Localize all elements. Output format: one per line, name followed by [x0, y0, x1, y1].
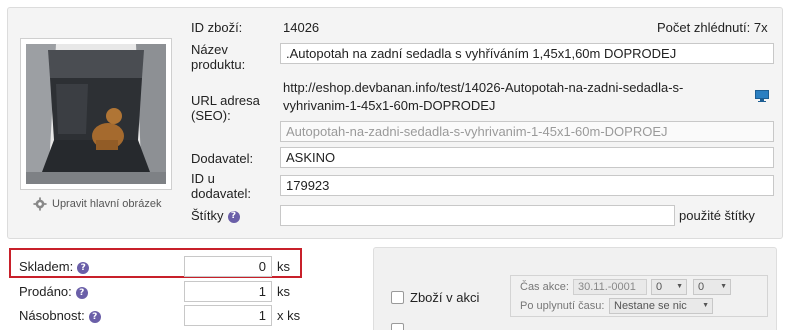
sale-hour-select[interactable]: 0	[651, 279, 687, 295]
car-seat-photo	[26, 44, 166, 184]
help-icon[interactable]: ?	[77, 261, 90, 274]
stock-input[interactable]: 0	[184, 256, 272, 277]
multiple-label-wrap: Násobnost:?	[19, 308, 101, 323]
seo-url-input[interactable]: Autopotah-na-zadni-sedadla-s-vyhrivanim-…	[280, 121, 774, 142]
supplier-input[interactable]: ASKINO	[280, 147, 774, 168]
edit-image-label: Upravit hlavní obrázek	[52, 198, 162, 210]
supplier-label: Dodavatel:	[191, 151, 254, 166]
url-label-line1: URL adresa	[191, 93, 260, 108]
sale-checkbox-label: Zboží v akci	[410, 290, 480, 305]
gear-icon	[33, 197, 47, 211]
sale-time-label: Čas akce:	[520, 281, 569, 293]
help-icon[interactable]: ?	[75, 286, 88, 299]
product-name-input[interactable]: .Autopotah na zadní sedadla s vyhříváním…	[280, 43, 774, 64]
tags-input[interactable]	[280, 205, 675, 226]
stock-label: Skladem:	[19, 259, 74, 274]
product-name-label-line1: Název	[191, 42, 228, 57]
view-count: Počet zhlédnutí: 7x	[657, 20, 768, 35]
supplier-id-input[interactable]: 179923	[280, 175, 774, 196]
product-name-label-line2: produktu:	[191, 57, 246, 72]
monitor-icon[interactable]	[755, 90, 769, 102]
stock-label-wrap: Skladem:?	[19, 259, 90, 274]
url-line-2: vyhrivanim-1-45x1-60m-DOPRODEJ	[283, 98, 496, 113]
after-time-label: Po uplynutí času:	[520, 300, 605, 312]
product-image[interactable]	[20, 38, 172, 190]
url-line-1: http://eshop.devbanan.info/test/14026-Au…	[283, 80, 684, 95]
sold-label: Prodáno:	[19, 284, 72, 299]
product-id-value: 14026	[283, 20, 320, 35]
edit-main-image-link[interactable]: Upravit hlavní obrázek	[33, 197, 161, 211]
sale-date-field[interactable]: 30.11.-0001	[573, 279, 647, 295]
stock-unit: ks	[277, 259, 290, 274]
help-icon[interactable]: ?	[227, 210, 240, 223]
supplier-id-label-line1: ID u	[191, 171, 215, 186]
multiple-input[interactable]: 1	[184, 305, 272, 326]
supplier-id-label-line2: dodavatel:	[191, 186, 251, 201]
used-tags-link[interactable]: použité štítky	[679, 208, 755, 223]
sold-label-wrap: Prodáno:?	[19, 284, 88, 299]
url-label-line2: (SEO):	[191, 108, 231, 123]
sold-unit: ks	[277, 284, 290, 299]
tags-label-wrap: Štítky?	[191, 208, 240, 223]
sold-input[interactable]: 1	[184, 281, 272, 302]
sale-checkbox[interactable]	[391, 291, 404, 304]
multiple-unit: x ks	[277, 308, 301, 323]
after-time-select[interactable]: Nestane se nic	[609, 298, 713, 314]
help-icon[interactable]: ?	[88, 310, 101, 323]
tags-label: Štítky	[191, 208, 224, 223]
sale-minute-select[interactable]: 0	[693, 279, 731, 295]
multiple-label: Násobnost:	[19, 308, 85, 323]
product-id-label: ID zboží:	[191, 20, 243, 35]
second-checkbox[interactable]	[391, 323, 404, 330]
